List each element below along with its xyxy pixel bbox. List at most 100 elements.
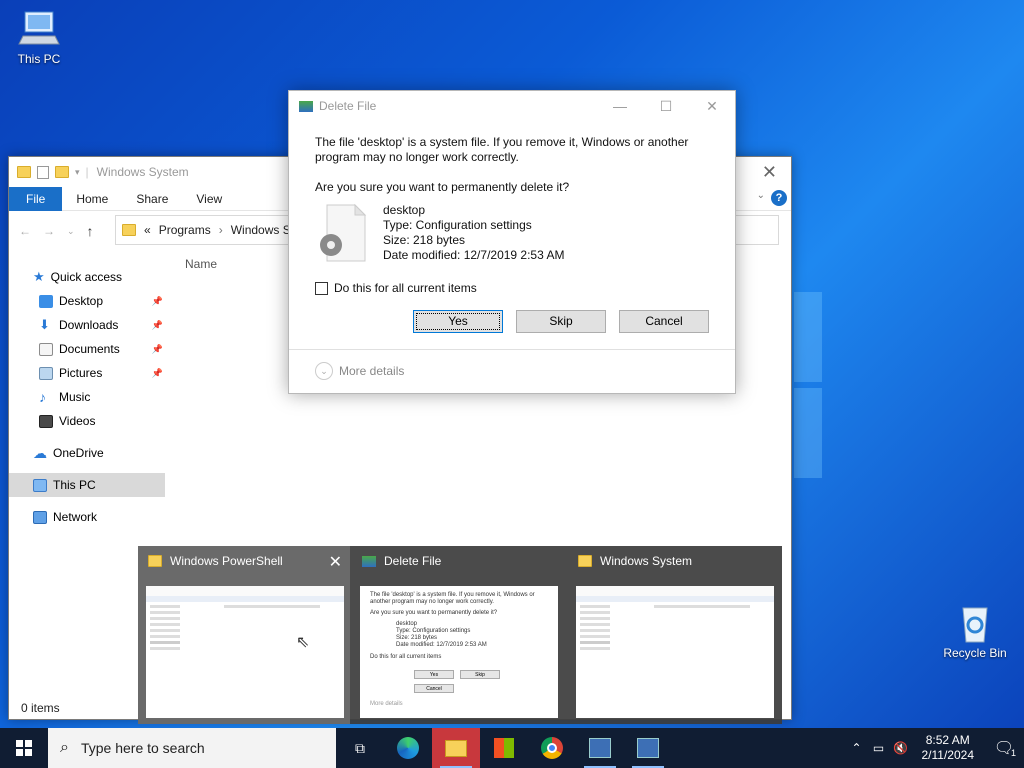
sidebar-item-label: Quick access: [50, 270, 123, 284]
sidebar-item-label: Downloads: [59, 318, 119, 332]
minimize-icon[interactable]: —: [597, 91, 643, 121]
apply-to-all-checkbox[interactable]: [315, 281, 328, 295]
thumbnail-powershell[interactable]: Windows PowerShell ✕ ⇖: [138, 546, 350, 724]
sidebar-item-this-pc[interactable]: This PC: [9, 473, 165, 497]
sidebar-item-label: Desktop: [59, 294, 104, 308]
breadcrumb-item[interactable]: Windows Sy: [231, 223, 297, 237]
properties-icon[interactable]: [37, 165, 49, 179]
apply-to-all-label[interactable]: Do this for all current items: [334, 281, 477, 295]
clock-time: 8:52 AM: [925, 733, 970, 747]
sidebar-item-network[interactable]: Network: [9, 505, 165, 529]
cloud-icon: ☁: [33, 444, 47, 461]
chevron-down-icon: ⌄: [315, 362, 333, 380]
thumbnail-preview-image: ⇖: [146, 586, 344, 718]
start-button[interactable]: [0, 728, 48, 768]
breadcrumb-overflow[interactable]: «: [144, 223, 151, 237]
tab-file[interactable]: File: [9, 186, 63, 211]
chrome-icon: [541, 737, 563, 759]
network-icon[interactable]: ▭: [868, 741, 890, 755]
divider: [289, 349, 735, 350]
dialog-buttons: Yes Skip Cancel: [413, 310, 709, 333]
file-info: desktop Type: Configuration settings Siz…: [315, 203, 709, 263]
windows-logo-icon: [16, 740, 32, 756]
desktop-icon: [39, 294, 53, 308]
cancel-button[interactable]: Cancel: [619, 310, 709, 333]
pin-icon[interactable]: 📌: [152, 344, 163, 355]
thumbnail-text: Cancel: [414, 684, 454, 693]
close-icon[interactable]: ✕: [762, 162, 777, 183]
chevron-up-icon[interactable]: ⌃: [846, 741, 868, 755]
music-note-icon: ♪: [39, 389, 46, 405]
quick-access-toolbar: ▾ |: [17, 165, 89, 179]
clock-date: 2/11/2024: [921, 748, 975, 762]
taskbar-app-cmd-1[interactable]: [576, 728, 624, 768]
window-controls: — ☐ ✕: [597, 91, 735, 121]
pin-icon[interactable]: 📌: [152, 320, 163, 331]
maximize-icon[interactable]: ☐: [643, 91, 689, 121]
pin-icon[interactable]: 📌: [152, 296, 163, 307]
notification-count-badge: 1: [1010, 748, 1016, 758]
sidebar-item-documents[interactable]: Documents 📌: [9, 337, 165, 361]
taskbar-app-cmd-2[interactable]: [624, 728, 672, 768]
more-details-toggle[interactable]: ⌄ More details: [315, 362, 404, 380]
sidebar-item-desktop[interactable]: Desktop 📌: [9, 289, 165, 313]
sidebar-item-pictures[interactable]: Pictures 📌: [9, 361, 165, 385]
thumbnail-title: Delete File: [384, 554, 442, 568]
network-icon: [33, 510, 47, 524]
wallpaper-beam: [794, 292, 822, 382]
taskbar-app-file-explorer[interactable]: [432, 728, 480, 768]
close-icon[interactable]: ✕: [689, 91, 735, 121]
clock[interactable]: 8:52 AM 2/11/2024: [912, 733, 985, 763]
sidebar-item-videos[interactable]: Videos: [9, 409, 165, 433]
back-arrow-icon[interactable]: ←: [19, 224, 31, 238]
window-title: Windows System: [96, 165, 189, 179]
sidebar-item-onedrive[interactable]: ☁ OneDrive: [9, 441, 165, 465]
pin-icon[interactable]: 📌: [152, 368, 163, 379]
taskbar-app-edge[interactable]: [384, 728, 432, 768]
column-header-name[interactable]: Name: [185, 257, 217, 271]
file-type: Type: Configuration settings: [383, 218, 532, 232]
file-size: Size: 218 bytes: [383, 233, 466, 247]
taskbar-app-chrome[interactable]: [528, 728, 576, 768]
sidebar-item-music[interactable]: ♪ Music: [9, 385, 165, 409]
wallpaper-beam: [794, 388, 822, 478]
tab-home[interactable]: Home: [62, 187, 122, 211]
chevron-down-icon[interactable]: ⌄: [67, 226, 75, 237]
chevron-down-icon[interactable]: ⌄: [757, 190, 765, 201]
file-explorer-icon: [445, 739, 467, 757]
star-icon: ★: [33, 269, 45, 284]
skip-button[interactable]: Skip: [516, 310, 606, 333]
task-view-button[interactable]: ⧉: [336, 728, 384, 768]
yes-button[interactable]: Yes: [413, 310, 503, 333]
help-button[interactable]: ?: [771, 190, 787, 206]
file-date-modified: Date modified: 12/7/2019 2:53 AM: [383, 248, 565, 262]
thumbnail-windows-system[interactable]: Windows System: [568, 546, 780, 724]
up-arrow-icon[interactable]: ↑: [87, 223, 94, 239]
desktop-icon-recycle-bin[interactable]: Recycle Bin: [940, 602, 1010, 660]
desktop-icon-this-pc[interactable]: This PC: [4, 8, 74, 66]
terminal-icon: [589, 738, 611, 758]
new-folder-icon[interactable]: [55, 166, 69, 178]
thumbnail-title: Windows PowerShell: [170, 554, 283, 568]
config-file-icon: [315, 203, 369, 263]
thumbnail-delete-file[interactable]: Delete File The file 'desktop' is a syst…: [352, 546, 564, 724]
taskbar-app-store[interactable]: [480, 728, 528, 768]
sidebar-item-label: Videos: [59, 414, 96, 428]
forward-arrow-icon[interactable]: →: [43, 224, 55, 238]
delete-file-dialog: Delete File — ☐ ✕ The file 'desktop' is …: [288, 90, 736, 394]
sidebar-item-downloads[interactable]: ⬇ Downloads 📌: [9, 313, 165, 337]
sidebar-item-quick-access[interactable]: ★ Quick access: [9, 265, 165, 289]
volume-muted-icon[interactable]: 🔇: [890, 741, 912, 755]
recycle-bin-icon: [953, 602, 997, 643]
notification-icon[interactable]: 🗨 1: [984, 738, 1024, 758]
close-icon[interactable]: ✕: [329, 552, 342, 572]
chevron-down-icon[interactable]: ▾: [75, 167, 80, 178]
folder-icon: [122, 224, 136, 236]
breadcrumb-item[interactable]: Programs: [159, 223, 211, 237]
search-icon: ⌕: [60, 739, 69, 756]
tab-view[interactable]: View: [182, 187, 236, 211]
thumbnail-text: The file 'desktop' is a system file. If …: [370, 592, 535, 605]
navigation-pane: ★ Quick access Desktop 📌 ⬇ Downloads 📌 D…: [9, 265, 165, 529]
tab-share[interactable]: Share: [122, 187, 182, 211]
taskbar-search-box[interactable]: ⌕ Type here to search: [48, 728, 336, 768]
